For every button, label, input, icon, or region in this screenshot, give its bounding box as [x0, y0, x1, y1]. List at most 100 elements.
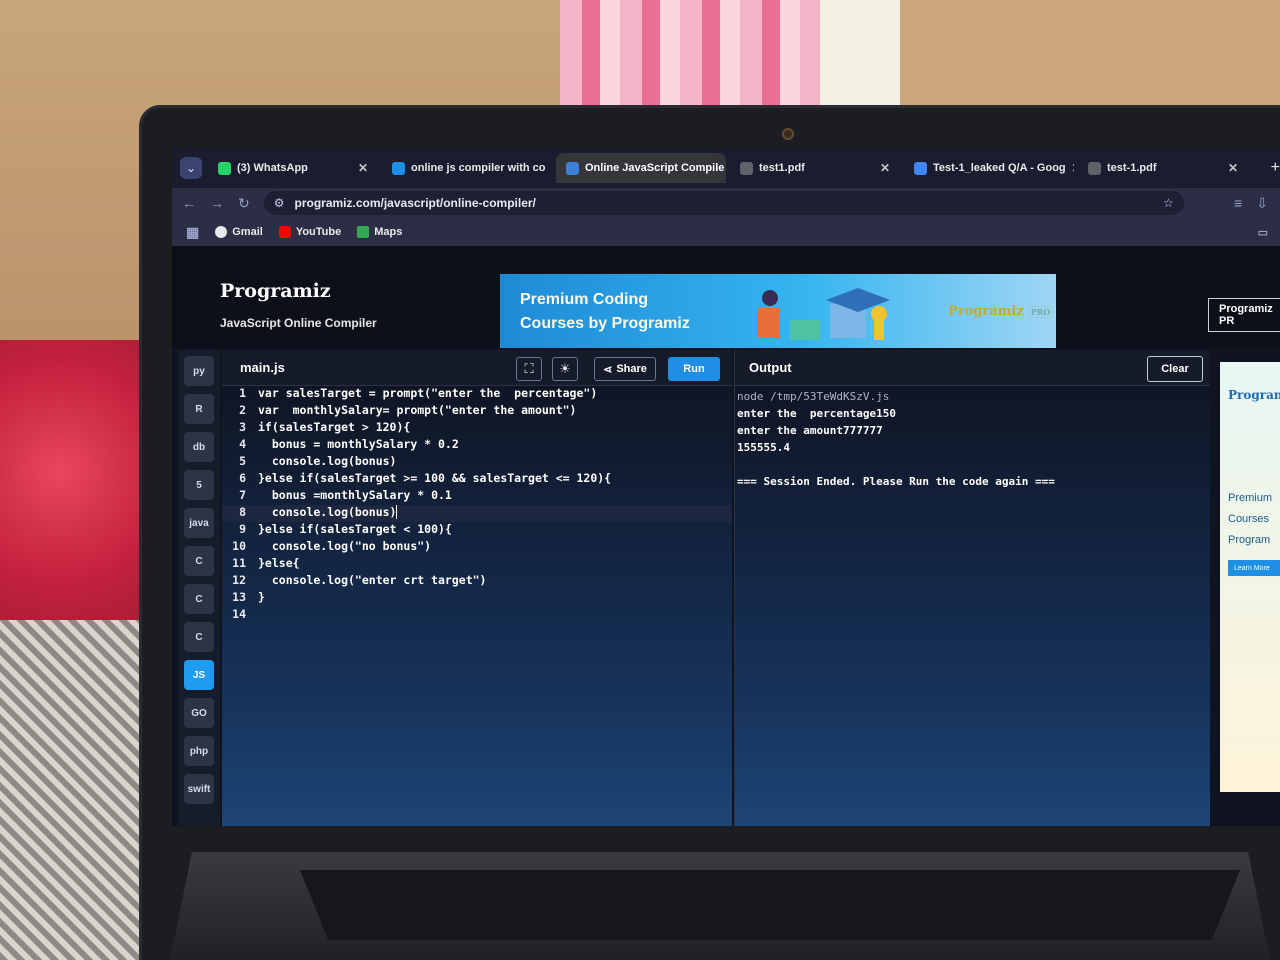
share-button[interactable]: ⋖ Share — [594, 357, 656, 381]
browser-tab-1[interactable]: online js compiler with co ✕ — [382, 153, 552, 183]
code-line[interactable]: 14 — [222, 607, 732, 624]
file-tab-main-js[interactable]: main.js — [240, 360, 285, 375]
language-r-icon[interactable]: R — [184, 394, 214, 424]
code-text: console.log("enter crt target") — [258, 573, 487, 587]
line-number: 6 — [239, 471, 246, 485]
language-c-icon[interactable]: C — [184, 584, 214, 614]
code-text: bonus = monthlySalary * 0.2 — [258, 437, 459, 451]
output-panel: node /tmp/53TeWdKSzV.js enter the percent… — [734, 386, 1210, 826]
laptop-hinge-bar — [300, 870, 1240, 940]
back-arrow-icon[interactable]: ← — [182, 195, 196, 211]
language-py-icon[interactable]: py — [184, 356, 214, 386]
code-text: bonus =monthlySalary * 0.1 — [258, 488, 452, 502]
language-db-icon[interactable]: db — [184, 432, 214, 462]
output-title: Output — [749, 360, 792, 375]
tab-close-icon[interactable]: ✕ — [880, 161, 890, 175]
code-line[interactable]: 2 var monthlySalary= prompt("enter the am… — [222, 403, 732, 420]
bookmark-star-icon[interactable]: ☆ — [1163, 196, 1174, 210]
language-js-icon[interactable]: JS — [184, 660, 214, 690]
folder-icon[interactable]: ▭ — [1258, 226, 1268, 239]
tab-close-icon[interactable]: ✕ — [551, 161, 552, 175]
tab-title: test-1.pdf — [1107, 162, 1157, 174]
side-ad-brand: Program — [1228, 388, 1280, 402]
code-line[interactable]: 12 console.log("enter crt target") — [222, 573, 732, 590]
browser-tab-3[interactable]: test1.pdf ✕ — [730, 153, 900, 183]
language-rail: py Rdb 5 java C C C JS GO php swift — [178, 350, 220, 826]
code-text: }else if(salesTarget >= 100 && salesTarg… — [258, 471, 612, 485]
line-number: 10 — [232, 539, 246, 553]
site-settings-icon[interactable]: ⚙ — [274, 196, 285, 210]
clear-button[interactable]: Clear — [1147, 356, 1203, 382]
forward-arrow-icon[interactable]: → — [210, 195, 224, 211]
code-line[interactable]: 13} — [222, 590, 732, 607]
language-go-icon[interactable]: GO — [184, 698, 214, 728]
code-text: console.log(bonus) — [258, 505, 397, 519]
language-5-icon[interactable]: 5 — [184, 470, 214, 500]
webcam — [782, 128, 794, 140]
side-ad-learn-more-button[interactable]: Learn More — [1228, 560, 1280, 576]
new-tab-plus-icon[interactable]: + — [1271, 159, 1280, 177]
code-line[interactable]: 6 }else if(salesTarget >= 100 && salesTar… — [222, 471, 732, 488]
maps-icon — [357, 226, 370, 238]
bookmark-youtube[interactable]: YouTube — [278, 226, 341, 238]
tab-close-icon[interactable]: ✕ — [358, 161, 368, 175]
share-icon: ⋖ — [603, 363, 613, 376]
code-line[interactable]: 7 bonus =monthlySalary * 0.1 — [222, 488, 732, 505]
code-line[interactable]: 11}else{ — [222, 556, 732, 573]
output-line: === Session Ended. Please Run the code a… — [737, 475, 1055, 488]
programiz-pro-button[interactable]: Programiz PR — [1208, 298, 1280, 332]
tab-favicon-icon — [1088, 161, 1101, 175]
google-icon — [215, 226, 228, 238]
tab-favicon-icon — [392, 161, 405, 175]
code-line[interactable]: 8 console.log(bonus) — [222, 505, 732, 522]
bookmark-maps[interactable]: Maps — [357, 226, 402, 238]
run-button[interactable]: Run — [668, 357, 720, 381]
code-line[interactable]: 10 console.log("no bonus") — [222, 539, 732, 556]
tab-close-icon[interactable]: ✕ — [1228, 161, 1238, 175]
side-advertisement[interactable]: Program Premium Courses Program Learn Mo… — [1220, 362, 1280, 792]
line-number: 4 — [239, 437, 246, 451]
programiz-logo[interactable]: Programiz — [220, 280, 331, 302]
code-line[interactable]: 9}else if(salesTarget < 100){ — [222, 522, 732, 539]
tab-search-chevron-icon[interactable]: ⌄ — [180, 157, 202, 179]
browser-tab-5[interactable]: test-1.pdf ✕ — [1078, 153, 1248, 183]
text-cursor — [396, 505, 398, 519]
bookmark-gmail[interactable]: Gmail — [215, 226, 263, 238]
browser-tab-strip: ⌄ (3) WhatsApp ✕ online js compiler with c… — [172, 148, 1280, 188]
code-editor[interactable]: 1 var salesTarget = prompt("enter the per… — [222, 386, 732, 826]
line-number: 14 — [232, 607, 246, 621]
banner-text: Premium Coding Courses by Programiz — [520, 291, 690, 332]
media-controls-icon[interactable]: ≡ — [1234, 195, 1242, 212]
line-number: 9 — [239, 522, 246, 536]
line-number: 7 — [239, 488, 246, 502]
code-text: if(salesTarget > 120){ — [258, 420, 411, 434]
language-swift-icon[interactable]: swift — [184, 774, 214, 804]
laptop-screen: ⌄ (3) WhatsApp ✕ online js compiler with c… — [172, 148, 1280, 826]
code-line[interactable]: 3 if(salesTarget > 120){ — [222, 420, 732, 437]
reload-icon[interactable]: ↻ — [238, 195, 250, 212]
code-line[interactable]: 4 bonus = monthlySalary * 0.2 — [222, 437, 732, 454]
page-header: Programiz JavaScript Online Compiler Pre… — [172, 246, 1280, 348]
language-php-icon[interactable]: php — [184, 736, 214, 766]
line-number: 5 — [239, 454, 246, 468]
output-line: 155555.4 — [737, 441, 790, 454]
tab-favicon-icon — [740, 161, 753, 175]
downloads-icon[interactable]: ⇩ — [1256, 195, 1268, 212]
browser-tab-4[interactable]: Test-1_leaked Q/A - Goog ✕ — [904, 153, 1074, 183]
fullscreen-icon[interactable]: ⛶ — [516, 357, 542, 381]
language-java-icon[interactable]: java — [184, 508, 214, 538]
language-c-icon[interactable]: C — [184, 622, 214, 652]
theme-sun-icon[interactable]: ☀ — [552, 357, 578, 381]
premium-courses-banner[interactable]: Premium Coding Courses by Programiz Prog… — [500, 274, 1056, 348]
door — [900, 0, 1280, 120]
address-bar[interactable]: ⚙ programiz.com/javascript/online-compil… — [263, 191, 1184, 215]
code-text: console.log("no bonus") — [258, 539, 432, 553]
browser-toolbar: ← → ↻ ⚙ programiz.com/javascript/online-… — [172, 188, 1280, 218]
code-line[interactable]: 5 console.log(bonus) — [222, 454, 732, 471]
tab-close-icon[interactable]: ✕ — [1072, 161, 1074, 175]
apps-grid-icon[interactable]: ▦ — [186, 224, 199, 241]
code-line[interactable]: 1 var salesTarget = prompt("enter the per… — [222, 386, 732, 403]
language-c-icon[interactable]: C — [184, 546, 214, 576]
browser-tab-2[interactable]: Online JavaScript Compile✕ — [556, 153, 726, 183]
browser-tab-0[interactable]: (3) WhatsApp ✕ — [208, 153, 378, 183]
